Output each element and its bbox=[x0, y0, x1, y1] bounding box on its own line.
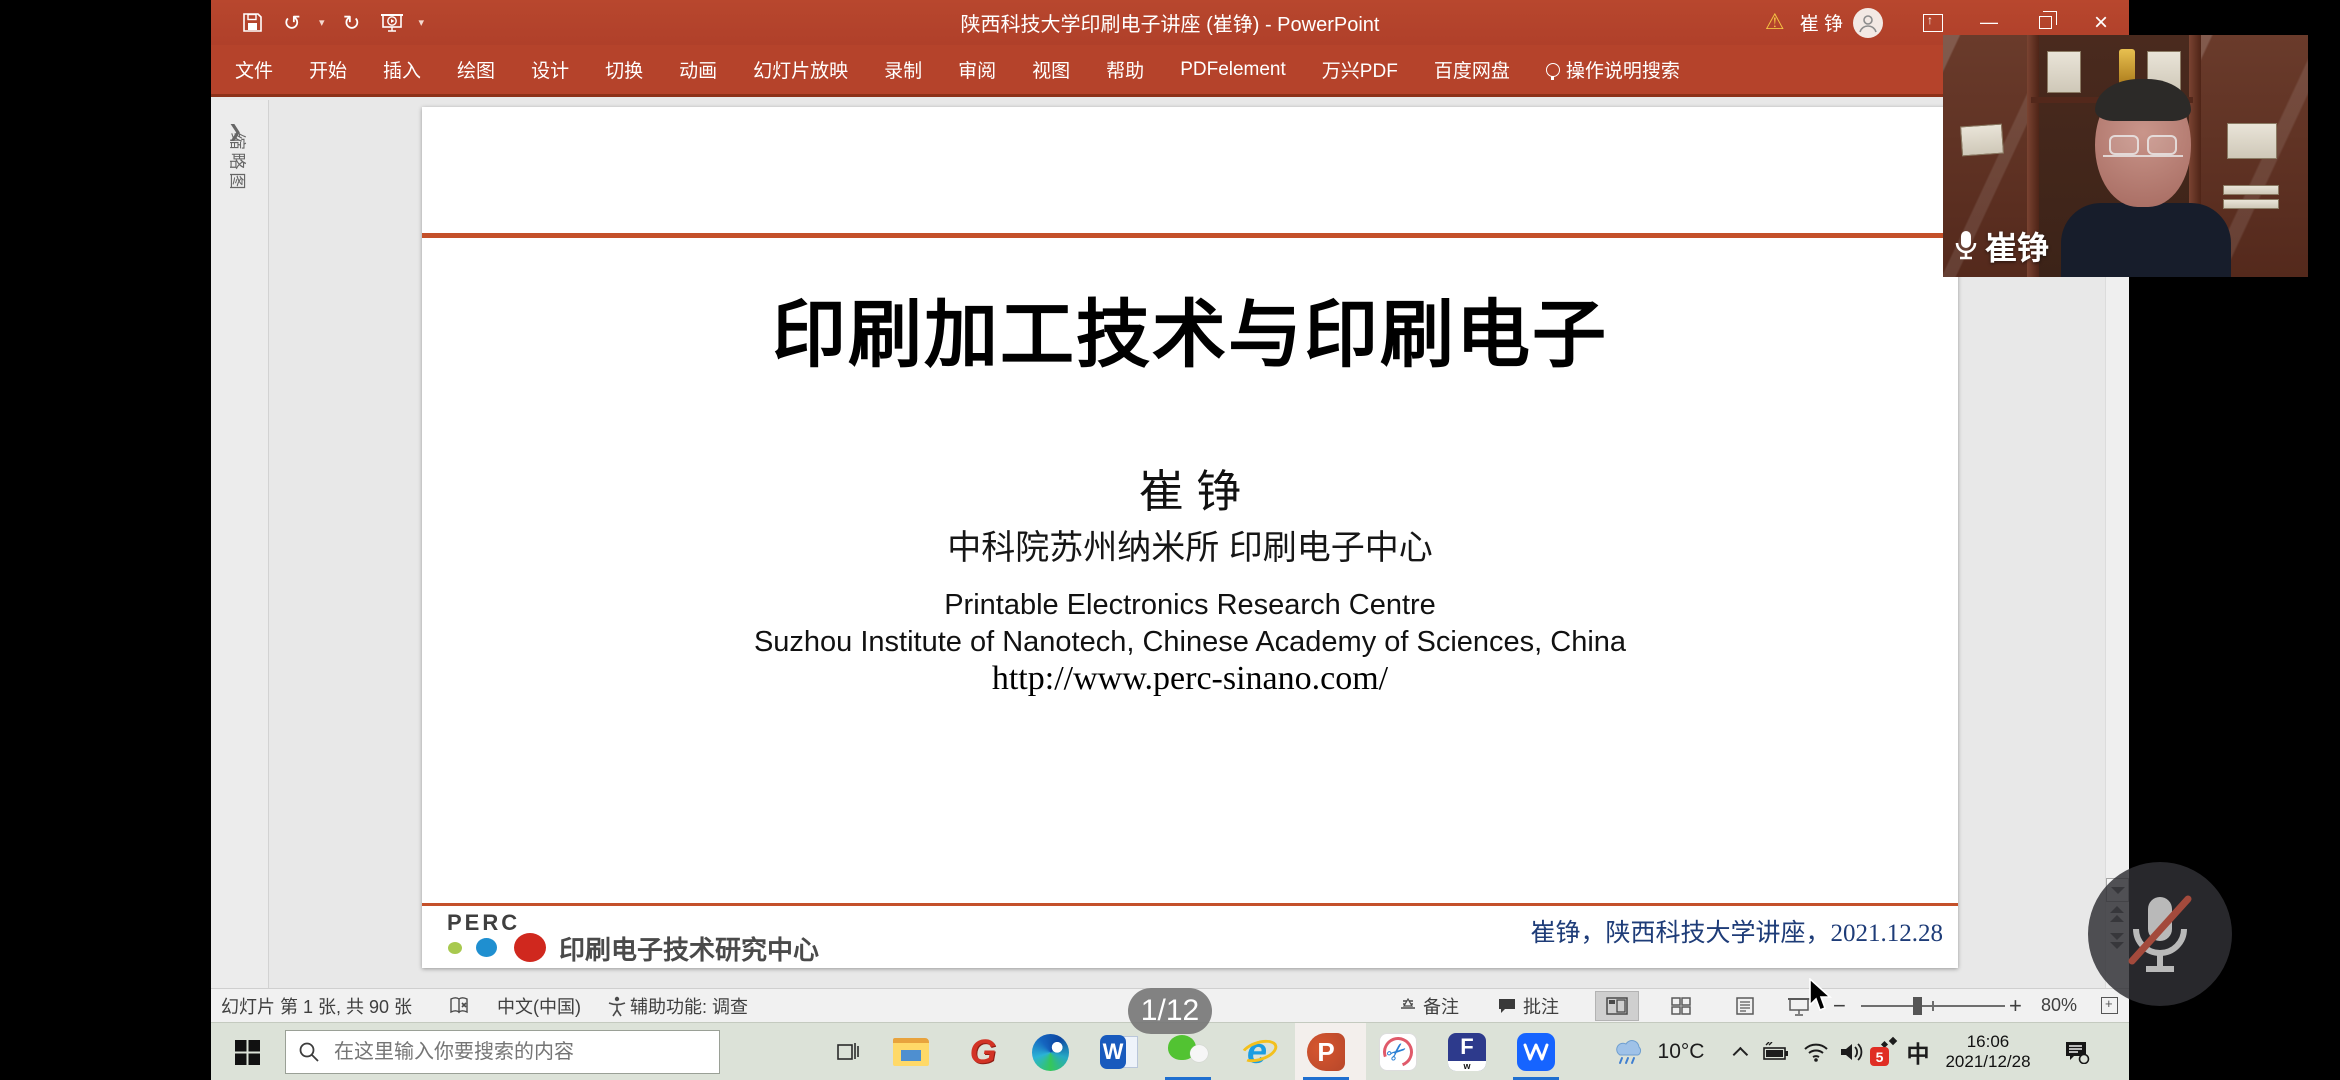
action-center-icon[interactable] bbox=[2056, 1023, 2098, 1080]
app-g-icon[interactable]: G bbox=[959, 1023, 1007, 1080]
zoom-slider-tick bbox=[1932, 1001, 1934, 1011]
certificate3 bbox=[1960, 124, 2004, 157]
zoom-slider-thumb[interactable] bbox=[1913, 997, 1922, 1015]
normal-view-button[interactable] bbox=[1595, 991, 1639, 1021]
weather-icon[interactable] bbox=[1607, 1023, 1647, 1080]
shared-screen: ↺ ▾ ↻ ▾ 陕西科技大学印刷电子讲座 (崔铮) - PowerPoint ⚠… bbox=[211, 0, 2129, 1080]
logo-red-dot bbox=[514, 933, 546, 962]
tab-design[interactable]: 设计 bbox=[513, 56, 587, 83]
spell-check-icon[interactable] bbox=[449, 989, 471, 1022]
zoom-level[interactable]: 80% bbox=[2041, 989, 2077, 1022]
tab-wanxing-pdf[interactable]: 万兴PDF bbox=[1304, 56, 1416, 83]
titlebar: ↺ ▾ ↻ ▾ 陕西科技大学印刷电子讲座 (崔铮) - PowerPoint ⚠… bbox=[211, 0, 2129, 45]
tab-baidu-netdisk[interactable]: 百度网盘 bbox=[1416, 56, 1528, 83]
lightbulb-icon bbox=[1546, 63, 1560, 77]
thumbnail-pane-label: 缩略图 bbox=[227, 133, 252, 213]
alert-icon[interactable]: ⚠ bbox=[1758, 0, 1792, 45]
task-view-button[interactable] bbox=[826, 1023, 870, 1080]
comments-toggle[interactable]: 批注 bbox=[1497, 989, 1559, 1022]
file-explorer-icon[interactable] bbox=[887, 1023, 935, 1080]
logo-green-dot bbox=[448, 942, 462, 954]
tab-transitions[interactable]: 切换 bbox=[587, 56, 661, 83]
weather-temp[interactable]: 10°C bbox=[1651, 1023, 1711, 1080]
certificate4 bbox=[2227, 123, 2277, 159]
clock-time: 16:06 bbox=[1967, 1032, 2010, 1052]
mouse-cursor bbox=[1808, 978, 1834, 1017]
restore-icon bbox=[2039, 16, 2052, 29]
clock-date: 2021/12/28 bbox=[1945, 1052, 2030, 1072]
tab-home[interactable]: 开始 bbox=[291, 56, 365, 83]
webcam-name-label: 崔铮 bbox=[1953, 223, 2049, 269]
start-button[interactable] bbox=[225, 1023, 269, 1080]
word-icon[interactable]: W bbox=[1095, 1023, 1143, 1080]
slide-number-status: 幻灯片 第 1 张, 共 90 张 bbox=[221, 989, 412, 1022]
person-glasses bbox=[2103, 135, 2183, 157]
speaker-icon[interactable] bbox=[1833, 1023, 1869, 1080]
slide-affiliation-en1[interactable]: Printable Electronics Research Centre bbox=[422, 589, 1958, 622]
slide-sorter-button[interactable] bbox=[1659, 991, 1703, 1021]
slide-top-rule bbox=[422, 233, 1958, 238]
zoom-in-button[interactable]: + bbox=[2009, 989, 2022, 1022]
certificate bbox=[2047, 51, 2081, 93]
tab-pdfelement[interactable]: PDFelement bbox=[1162, 59, 1304, 81]
slide-affiliation-en2[interactable]: Suzhou Institute of Nanotech, Chinese Ac… bbox=[422, 626, 1958, 659]
avatar[interactable] bbox=[1853, 8, 1883, 38]
ie-icon[interactable]: e bbox=[1235, 1023, 1283, 1080]
tab-insert[interactable]: 插入 bbox=[365, 56, 439, 83]
slide-url[interactable]: http://www.perc-sinano.com/ bbox=[422, 660, 1958, 698]
perc-logo-caption: 印刷电子技术研究中心 bbox=[559, 930, 819, 967]
reading-view-button[interactable] bbox=[1723, 991, 1767, 1021]
ribbon-display-options-icon bbox=[1923, 14, 1943, 32]
video-frame: ↺ ▾ ↻ ▾ 陕西科技大学印刷电子讲座 (崔铮) - PowerPoint ⚠… bbox=[0, 0, 2340, 1080]
pdf-f-app-icon[interactable]: F w bbox=[1443, 1023, 1491, 1080]
slide-counter-pill: 1/12 bbox=[1128, 988, 1212, 1034]
tab-record[interactable]: 录制 bbox=[866, 56, 940, 83]
tab-view[interactable]: 视图 bbox=[1014, 56, 1088, 83]
search-icon bbox=[298, 1041, 320, 1063]
mic-muted-button[interactable] bbox=[2088, 862, 2232, 1006]
notes-toggle[interactable]: 备注 bbox=[1399, 989, 1459, 1022]
taskbar-clock[interactable]: 16:06 2021/12/28 bbox=[1927, 1023, 2049, 1080]
tab-draw[interactable]: 绘图 bbox=[439, 56, 513, 83]
slide-bottom-rule bbox=[422, 903, 1958, 906]
search-input[interactable] bbox=[332, 1040, 692, 1065]
slide-author[interactable]: 崔 铮 bbox=[422, 455, 1958, 520]
logo-blue-dot bbox=[476, 938, 497, 957]
ribbon-tabs: 文件 开始 插入 绘图 设计 切换 动画 幻灯片放映 录制 审阅 视图 帮助 P… bbox=[211, 45, 2129, 97]
accessibility-icon[interactable] bbox=[606, 989, 628, 1022]
fit-slide-button[interactable] bbox=[2101, 989, 2118, 1022]
powerpoint-icon[interactable]: P bbox=[1302, 1023, 1350, 1080]
perc-logo-text: PERC bbox=[447, 910, 520, 936]
thumbnail-pane[interactable]: ❯ 缩略图 bbox=[211, 100, 269, 988]
webcam-video: 崔铮 bbox=[1943, 35, 2308, 277]
language-status[interactable]: 中文(中国) bbox=[497, 989, 581, 1022]
scissors-app-icon[interactable]: ✂ bbox=[1374, 1023, 1422, 1080]
slide-affiliation-cn[interactable]: 中科院苏州纳米所 印刷电子中心 bbox=[422, 520, 1958, 569]
tray-badge-icon[interactable]: 5 bbox=[1865, 1023, 1901, 1080]
slide-canvas[interactable]: 印刷加工技术与印刷电子 崔 铮 中科院苏州纳米所 印刷电子中心 Printabl… bbox=[422, 107, 1958, 968]
battery-icon[interactable] bbox=[1758, 1023, 1794, 1080]
taskbar-search[interactable] bbox=[285, 1030, 720, 1074]
tab-animations[interactable]: 动画 bbox=[661, 56, 735, 83]
slide-footer-credit[interactable]: 崔铮，陕西科技大学讲座，2021.12.28 bbox=[1530, 913, 1943, 949]
person-body bbox=[2061, 203, 2231, 277]
papers2 bbox=[2223, 199, 2279, 209]
papers bbox=[2223, 185, 2279, 195]
hidden-icons-chevron[interactable] bbox=[1724, 1023, 1760, 1080]
edge-icon[interactable] bbox=[1026, 1023, 1074, 1080]
tab-file[interactable]: 文件 bbox=[217, 56, 291, 83]
mic-muted-icon bbox=[2122, 891, 2198, 977]
accessibility-status[interactable]: 辅助功能: 调查 bbox=[630, 989, 748, 1022]
fit-slide-icon bbox=[2101, 997, 2118, 1014]
tab-review[interactable]: 审阅 bbox=[940, 56, 1014, 83]
slide-title[interactable]: 印刷加工技术与印刷电子 bbox=[422, 275, 1958, 382]
tab-slideshow[interactable]: 幻灯片放映 bbox=[735, 56, 866, 83]
tab-help[interactable]: 帮助 bbox=[1088, 56, 1162, 83]
tab-tell-me[interactable]: 操作说明搜索 bbox=[1528, 56, 1698, 83]
zoom-out-button[interactable]: − bbox=[1833, 989, 1846, 1022]
wifi-icon[interactable] bbox=[1798, 1023, 1834, 1080]
voov-meeting-icon[interactable] bbox=[1511, 1023, 1561, 1080]
account-name[interactable]: 崔 铮 bbox=[1800, 9, 1843, 36]
mic-icon bbox=[1953, 229, 1979, 263]
